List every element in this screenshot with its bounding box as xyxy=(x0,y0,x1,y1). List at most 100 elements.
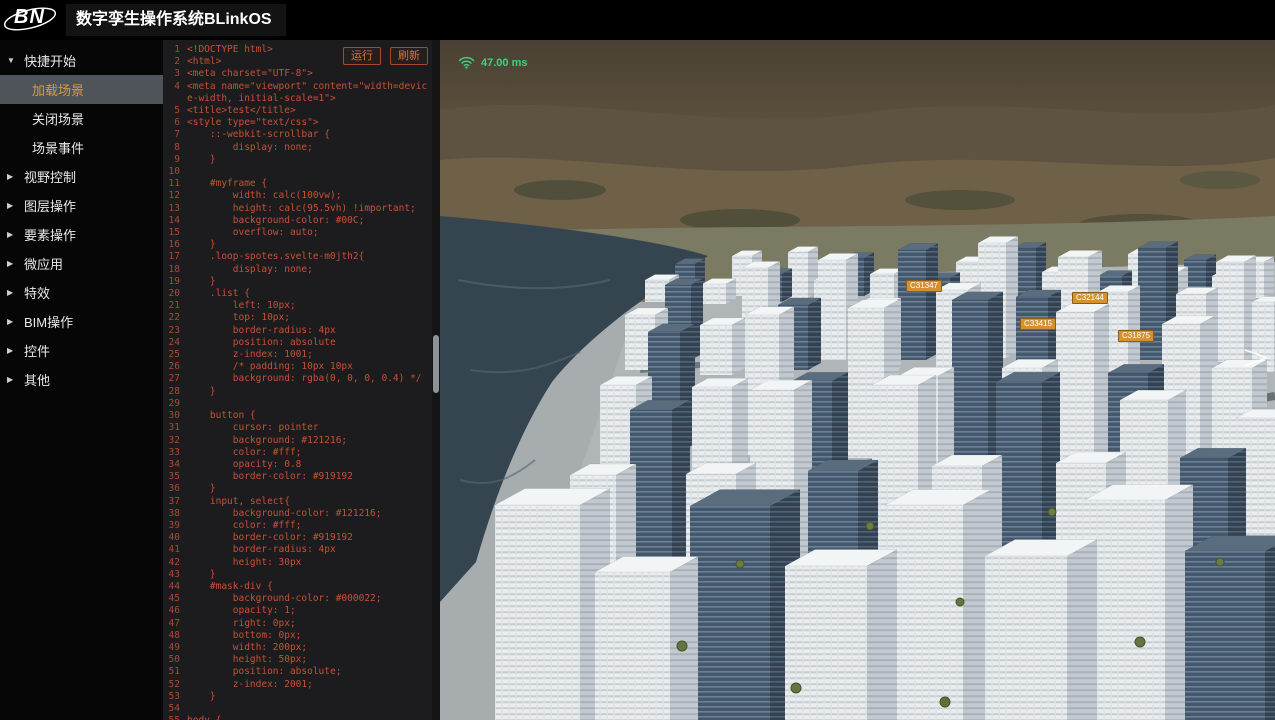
sidebar-item[interactable]: ▶ 其他 xyxy=(0,365,163,394)
code-line: 8 display: none; xyxy=(163,142,429,154)
code-line: 19 } xyxy=(163,276,429,288)
editor-scrollbar[interactable] xyxy=(432,40,440,720)
latency-indicator: 47.00 ms xyxy=(458,56,527,69)
sidebar-item[interactable]: ▼ 快捷开始 xyxy=(0,46,163,75)
refresh-button[interactable]: 刷新 xyxy=(390,47,428,65)
line-number: 5 xyxy=(163,105,180,117)
line-content: } xyxy=(187,483,429,495)
line-number: 46 xyxy=(163,605,180,617)
line-content: opacity: 0.8 xyxy=(187,459,429,471)
logo: BN xyxy=(0,0,62,40)
line-number: 48 xyxy=(163,630,180,642)
code-line: 28 } xyxy=(163,386,429,398)
line-number: 6 xyxy=(163,117,180,129)
line-number: 30 xyxy=(163,410,180,422)
line-content: } xyxy=(187,154,429,166)
code-line: 41 border-radius: 4px xyxy=(163,544,429,556)
code-line: 36 } xyxy=(163,483,429,495)
building-label[interactable]: C31347 xyxy=(906,280,942,292)
line-number: 12 xyxy=(163,190,180,202)
line-number: 43 xyxy=(163,569,180,581)
code-line: 40 border-color: #919192 xyxy=(163,532,429,544)
line-number: 44 xyxy=(163,581,180,593)
line-number: 14 xyxy=(163,215,180,227)
line-content: height: 50px; xyxy=(187,654,429,666)
scene-viewport[interactable]: 47.00 ms C31347 C32144 C33415 C31875 > xyxy=(440,40,1275,720)
sidebar-item-label: 要素操作 xyxy=(24,225,76,244)
line-number: 24 xyxy=(163,337,180,349)
building-label[interactable]: C31875 xyxy=(1118,330,1154,342)
line-content: border-radius: 4px xyxy=(187,325,429,337)
code-line: 13 height: calc(95.5vh) !important; xyxy=(163,203,429,215)
code-line: 48 bottom: 0px; xyxy=(163,630,429,642)
line-number: 51 xyxy=(163,666,180,678)
line-content: z-index: 1001; xyxy=(187,349,429,361)
sidebar-item[interactable]: ▶ BIM操作 xyxy=(0,307,163,336)
next-arrow-button[interactable]: > xyxy=(1241,340,1271,376)
line-number: 41 xyxy=(163,544,180,556)
line-content: color: #fff; xyxy=(187,447,429,459)
code-line: 15 overflow: auto; xyxy=(163,227,429,239)
sidebar-item[interactable]: 关闭场景 xyxy=(0,104,163,133)
code-editor[interactable]: 运行 刷新 1 <!DOCTYPE html> 2 <html> 3 <meta… xyxy=(163,40,440,720)
line-content: background-color: #121216; xyxy=(187,508,429,520)
sidebar-item[interactable]: ▶ 控件 xyxy=(0,336,163,365)
chevron-icon: ▶ xyxy=(7,375,21,384)
building-label[interactable]: C32144 xyxy=(1072,292,1108,304)
line-content: color: #fff; xyxy=(187,520,429,532)
editor-scrollbar-thumb[interactable] xyxy=(433,335,439,393)
line-number: 29 xyxy=(163,398,180,410)
line-content: position: absolute; xyxy=(187,666,429,678)
code-line: 22 top: 10px; xyxy=(163,312,429,324)
line-number: 16 xyxy=(163,239,180,251)
line-number: 17 xyxy=(163,251,180,263)
chevron-icon: ▶ xyxy=(7,346,21,355)
sidebar-item-label: 特效 xyxy=(24,283,50,302)
code-line: 9 } xyxy=(163,154,429,166)
line-number: 36 xyxy=(163,483,180,495)
line-content: display: none; xyxy=(187,264,429,276)
chevron-icon: ▶ xyxy=(7,288,21,297)
sidebar-item[interactable]: ▶ 图层操作 xyxy=(0,191,163,220)
line-number: 4 xyxy=(163,81,180,105)
line-content: height: 30px xyxy=(187,557,429,569)
line-number: 37 xyxy=(163,496,180,508)
code-area[interactable]: 1 <!DOCTYPE html> 2 <html> 3 <meta chars… xyxy=(163,44,429,720)
line-content: } xyxy=(187,691,429,703)
line-number: 40 xyxy=(163,532,180,544)
line-content: .loop-spotes.svelte-m0jth2{ xyxy=(187,251,429,263)
code-line: 45 background-color: #000022; xyxy=(163,593,429,605)
line-content: left: 10px; xyxy=(187,300,429,312)
sidebar-item-label: 场景事件 xyxy=(32,138,84,157)
code-line: 51 position: absolute; xyxy=(163,666,429,678)
code-line: 54 xyxy=(163,703,429,715)
line-content: ::-webkit-scrollbar { xyxy=(187,129,429,141)
sidebar-item[interactable]: 加载场景 xyxy=(0,75,163,104)
line-number: 50 xyxy=(163,654,180,666)
sidebar-item[interactable]: ▶ 微应用 xyxy=(0,249,163,278)
line-content: } xyxy=(187,569,429,581)
line-content xyxy=(187,703,429,715)
line-number: 7 xyxy=(163,129,180,141)
code-line: 49 width: 200px; xyxy=(163,642,429,654)
code-line: 24 position: absolute xyxy=(163,337,429,349)
line-number: 11 xyxy=(163,178,180,190)
building-label[interactable]: C33415 xyxy=(1020,318,1056,330)
sidebar-item[interactable]: ▶ 要素操作 xyxy=(0,220,163,249)
line-content: .list { xyxy=(187,288,429,300)
run-button[interactable]: 运行 xyxy=(343,47,381,65)
sidebar-item[interactable]: ▶ 特效 xyxy=(0,278,163,307)
building-labels-layer: C31347 C32144 C33415 C31875 xyxy=(440,40,1275,720)
line-number: 49 xyxy=(163,642,180,654)
line-content: <meta charset="UTF-8"> xyxy=(187,68,429,80)
line-content: <meta name="viewport" content="width=dev… xyxy=(187,81,429,105)
line-content: right: 0px; xyxy=(187,618,429,630)
sidebar-item[interactable]: 场景事件 xyxy=(0,133,163,162)
line-number: 9 xyxy=(163,154,180,166)
code-line: 42 height: 30px xyxy=(163,557,429,569)
sidebar-item[interactable]: ▶ 视野控制 xyxy=(0,162,163,191)
code-line: 3 <meta charset="UTF-8"> xyxy=(163,68,429,80)
line-content: overflow: auto; xyxy=(187,227,429,239)
line-number: 20 xyxy=(163,288,180,300)
chevron-icon: ▶ xyxy=(7,172,21,181)
